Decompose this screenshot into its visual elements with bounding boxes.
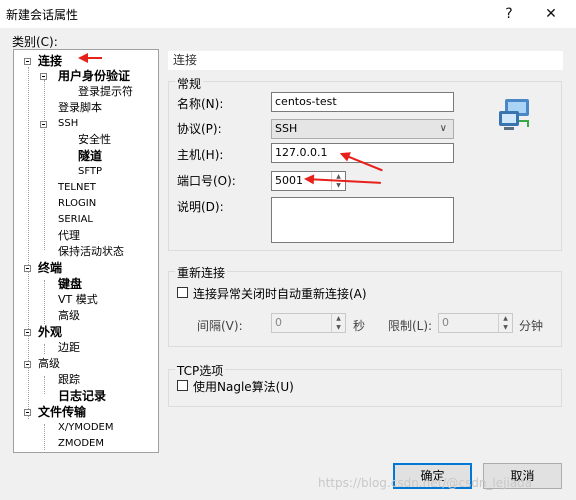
limit-spin-arrows[interactable]: ▲ ▼ [498, 314, 512, 332]
port-value: 5001 [275, 174, 303, 187]
protocol-label: 协议(P): [177, 122, 222, 136]
tree-item[interactable]: SSH [58, 117, 78, 131]
tree-line [44, 80, 45, 250]
reconnect-group [168, 271, 562, 347]
tree-item[interactable]: 日志记录 [58, 389, 106, 403]
seconds-unit: 秒 [353, 319, 366, 333]
watermark-text: https://blog.csdn.net/@csdn_lejiada [318, 476, 533, 490]
tree-item[interactable]: 登录提示符 [78, 85, 133, 99]
tree-expander-icon[interactable] [40, 73, 47, 80]
chevron-down-icon: ∨ [439, 123, 447, 134]
protocol-select[interactable]: SSH ∨ [271, 119, 454, 139]
title-bar: 新建会话属性 ? ✕ [0, 0, 576, 28]
tree-item[interactable]: 外观 [38, 325, 62, 339]
tree-line [44, 424, 45, 450]
tree-item[interactable]: 高级 [58, 309, 80, 323]
name-label: 名称(N): [177, 97, 224, 111]
tree-item[interactable]: 用户身份验证 [58, 69, 130, 83]
tree-item[interactable]: 键盘 [58, 277, 82, 291]
tree-item[interactable]: RLOGIN [58, 197, 96, 211]
tree-item[interactable]: 登录脚本 [58, 101, 102, 115]
tree-expander-icon[interactable] [24, 58, 31, 65]
description-field[interactable] [271, 197, 454, 243]
tree-expander-icon[interactable] [24, 409, 31, 416]
tree-item[interactable]: ZMODEM [58, 437, 104, 451]
tree-item[interactable]: X/YMODEM [58, 421, 113, 435]
tree-item[interactable]: SFTP [78, 165, 102, 179]
tree-expander-icon[interactable] [24, 361, 31, 368]
tree-expander-icon[interactable] [40, 121, 47, 128]
tree-item[interactable]: 保持活动状态 [58, 245, 124, 259]
name-field[interactable]: centos-test [271, 92, 454, 112]
tcp-group-label: TCP选项 [175, 362, 226, 379]
close-button[interactable]: ✕ [534, 0, 568, 28]
interval-spin-arrows[interactable]: ▲ ▼ [331, 314, 345, 332]
tree-line [44, 280, 45, 324]
reconnect-group-label: 重新连接 [175, 264, 228, 281]
tree-item[interactable]: 跟踪 [58, 373, 80, 387]
auto-reconnect-checkbox[interactable] [177, 287, 188, 298]
tree-item[interactable]: SERIAL [58, 213, 93, 227]
limit-spinner[interactable]: 0 ▲ ▼ [438, 313, 513, 333]
tree-item[interactable]: 终端 [38, 261, 62, 275]
tree-expander-icon[interactable] [24, 265, 31, 272]
tree-item[interactable]: VT 模式 [58, 293, 98, 307]
tree-item[interactable]: 连接 [38, 54, 62, 68]
tree-item[interactable]: 文件传输 [38, 405, 86, 419]
limit-label: 限制(L): [388, 319, 433, 333]
general-group-label: 常规 [175, 75, 204, 92]
interval-label: 间隔(V): [197, 319, 243, 333]
limit-value: 0 [442, 316, 449, 329]
window-title: 新建会话属性 [6, 8, 79, 22]
help-button[interactable]: ? [492, 0, 526, 28]
interval-spinner[interactable]: 0 ▲ ▼ [271, 313, 346, 333]
port-label: 端口号(O): [177, 174, 236, 188]
host-field[interactable]: 127.0.0.1 [271, 143, 454, 163]
tree-line [44, 376, 45, 394]
tree-item[interactable]: 安全性 [78, 133, 111, 147]
session-network-icon [499, 99, 529, 130]
interval-value: 0 [275, 316, 282, 329]
nagle-checkbox[interactable] [177, 380, 188, 391]
tree-expander-icon[interactable] [24, 329, 31, 336]
nagle-label[interactable]: 使用Nagle算法(U) [193, 378, 294, 395]
tree-item[interactable]: 高级 [38, 357, 60, 371]
minutes-unit: 分钟 [519, 319, 544, 333]
host-label: 主机(H): [177, 148, 224, 162]
description-label: 说明(D): [177, 200, 224, 214]
tree-item[interactable]: 边距 [58, 341, 80, 355]
annotation-arrow [78, 53, 102, 63]
tree-item[interactable]: 代理 [58, 229, 80, 243]
tree-item[interactable]: 隧道 [78, 149, 102, 163]
tree-line [44, 344, 45, 354]
auto-reconnect-label[interactable]: 连接异常关闭时自动重新连接(A) [193, 285, 367, 302]
category-label: 类别(C): [12, 35, 58, 49]
protocol-value: SSH [275, 122, 298, 135]
tree-item[interactable]: TELNET [58, 181, 96, 195]
panel-title: 连接 [168, 51, 563, 70]
